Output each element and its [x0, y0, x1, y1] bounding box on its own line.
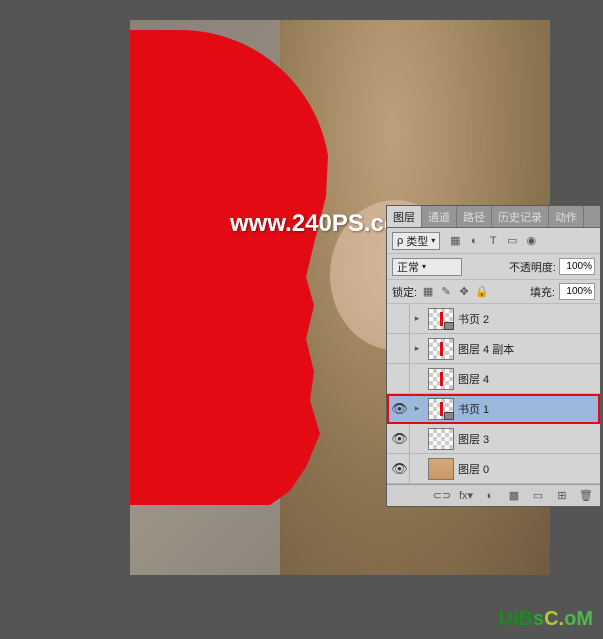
layer-thumbnail[interactable]	[428, 338, 454, 360]
filter-row: ρ 类型 ▾ ▦ ◐ T ▭ ◉	[387, 228, 600, 254]
blend-mode-dropdown[interactable]: 正常 ▾	[392, 258, 462, 276]
red-mask-shape	[130, 30, 330, 505]
visibility-toggle[interactable]	[390, 364, 410, 393]
layer-item[interactable]: ▸ 图层 4 副本	[387, 334, 600, 364]
lock-image-icon[interactable]: ✎	[439, 285, 453, 299]
canvas-area: www.240PS.com UiBsC.oM 图层 通道 路径 历史记录 动作 …	[0, 0, 603, 639]
tab-history[interactable]: 历史记录	[492, 206, 549, 227]
lock-transparent-icon[interactable]: ▦	[421, 285, 435, 299]
fx-icon[interactable]: fx▾	[458, 488, 474, 504]
trash-icon[interactable]: 🗑	[578, 488, 594, 504]
panel-footer: ⊂⊃ fx▾ ◐ ▩ ▭ ⊞ 🗑	[387, 484, 600, 506]
opacity-input[interactable]	[559, 258, 595, 275]
group-icon[interactable]: ▭	[530, 488, 546, 504]
layer-item[interactable]: 👁 图层 0	[387, 454, 600, 484]
tab-paths[interactable]: 路径	[457, 206, 492, 227]
layer-thumbnail[interactable]	[428, 308, 454, 330]
lock-all-icon[interactable]: 🔒	[475, 285, 489, 299]
layer-name: 图层 3	[458, 431, 597, 447]
lock-label: 锁定:	[392, 284, 417, 300]
expand-toggle[interactable]: ▸	[410, 403, 424, 414]
kind-lens-icon: ρ	[397, 235, 403, 247]
bottom-watermark: UiBsC.oM	[499, 608, 593, 631]
layer-thumbnail[interactable]	[428, 368, 454, 390]
chevron-down-icon: ▾	[422, 262, 426, 271]
filter-smart-icon[interactable]: ◉	[524, 234, 538, 248]
layer-name: 书页 2	[458, 311, 597, 327]
layer-item[interactable]: 图层 4	[387, 364, 600, 394]
panel-tabs: 图层 通道 路径 历史记录 动作	[387, 206, 600, 228]
expand-toggle[interactable]: ▸	[410, 343, 424, 354]
eye-icon: 👁	[391, 461, 408, 477]
layer-name: 图层 0	[458, 461, 597, 477]
layer-name: 书页 1	[458, 401, 597, 417]
chevron-down-icon: ▾	[431, 236, 435, 245]
fill-label: 填充:	[530, 284, 555, 300]
layer-name: 图层 4	[458, 371, 597, 387]
adjustment-icon[interactable]: ▩	[506, 488, 522, 504]
tab-channels[interactable]: 通道	[422, 206, 457, 227]
filter-adjust-icon[interactable]: ◐	[467, 234, 481, 248]
layer-thumbnail[interactable]	[428, 398, 454, 420]
layer-thumbnail[interactable]	[428, 458, 454, 480]
eye-icon: 👁	[391, 401, 408, 417]
layer-item[interactable]: ▸ 书页 2	[387, 304, 600, 334]
tab-layers[interactable]: 图层	[387, 206, 422, 227]
layer-item-selected[interactable]: 👁 ▸ 书页 1	[387, 394, 600, 424]
blend-row: 正常 ▾ 不透明度:	[387, 254, 600, 280]
fill-input[interactable]	[559, 283, 595, 300]
mask-icon[interactable]: ◐	[482, 488, 498, 504]
filter-pixel-icon[interactable]: ▦	[448, 234, 462, 248]
layer-thumbnail[interactable]	[428, 428, 454, 450]
filter-type-icon[interactable]: T	[486, 234, 500, 248]
filter-kind-dropdown[interactable]: ρ 类型 ▾	[392, 232, 440, 250]
expand-toggle[interactable]: ▸	[410, 313, 424, 324]
visibility-toggle[interactable]: 👁	[390, 454, 410, 483]
layer-name: 图层 4 副本	[458, 341, 597, 357]
layers-panel: 图层 通道 路径 历史记录 动作 ρ 类型 ▾ ▦ ◐ T ▭ ◉ 正常	[386, 205, 601, 507]
visibility-toggle[interactable]	[390, 304, 410, 333]
tab-actions[interactable]: 动作	[549, 206, 584, 227]
visibility-toggle[interactable]: 👁	[390, 424, 410, 453]
link-layers-icon[interactable]: ⊂⊃	[434, 488, 450, 504]
layer-list: ▸ 书页 2 ▸ 图层 4 副本 图层 4 👁 ▸	[387, 304, 600, 484]
new-layer-icon[interactable]: ⊞	[554, 488, 570, 504]
lock-row: 锁定: ▦ ✎ ✥ 🔒 填充:	[387, 280, 600, 304]
opacity-label: 不透明度:	[509, 259, 556, 275]
layer-item[interactable]: 👁 图层 3	[387, 424, 600, 454]
visibility-toggle[interactable]: 👁	[390, 394, 410, 423]
eye-icon: 👁	[391, 431, 408, 447]
filter-shape-icon[interactable]: ▭	[505, 234, 519, 248]
visibility-toggle[interactable]	[390, 334, 410, 363]
lock-position-icon[interactable]: ✥	[457, 285, 471, 299]
